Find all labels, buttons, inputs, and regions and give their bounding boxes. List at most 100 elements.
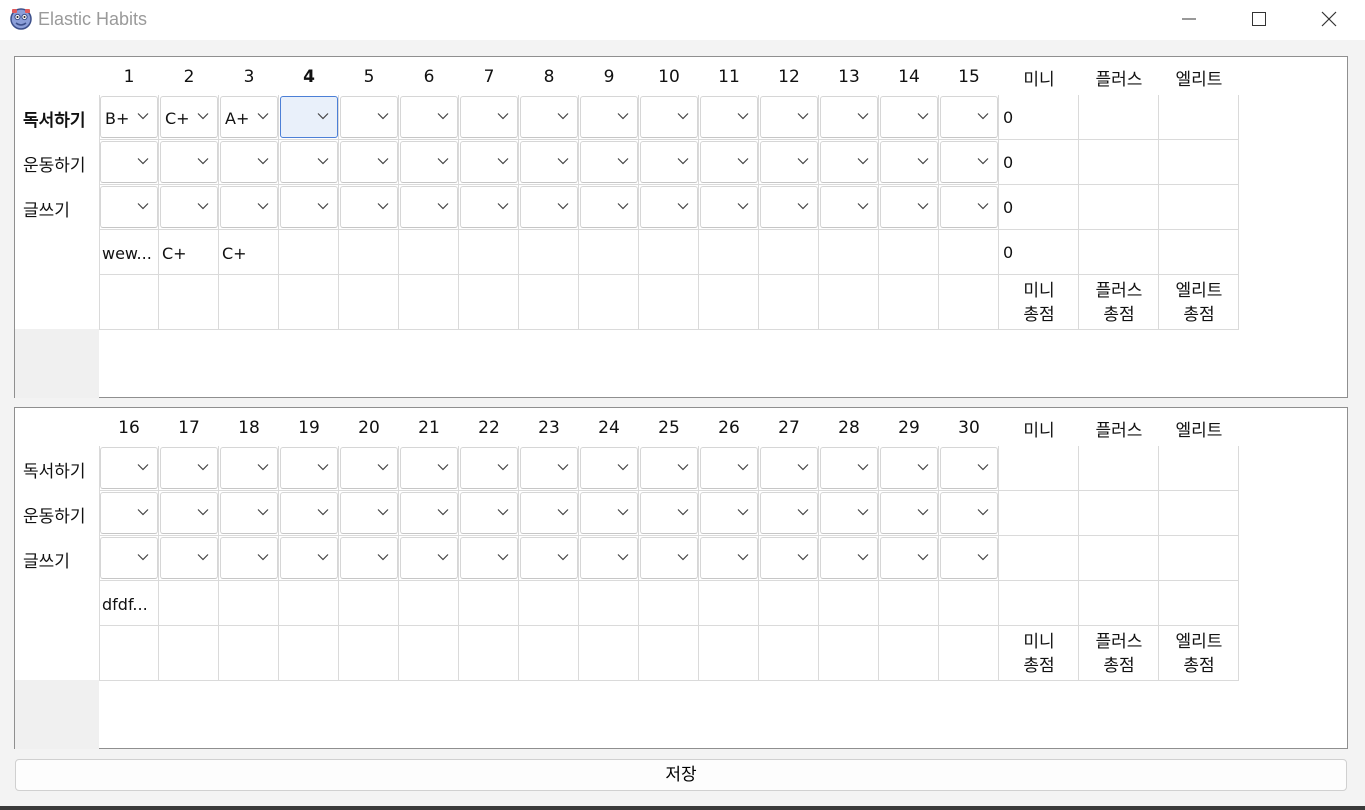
grade-dropdown[interactable] — [880, 537, 938, 579]
level-cell — [1159, 230, 1239, 275]
grade-dropdown[interactable]: C+ — [160, 96, 218, 138]
day-header: 24 — [598, 418, 620, 438]
grade-dropdown[interactable] — [280, 186, 338, 228]
grade-dropdown[interactable] — [880, 492, 938, 534]
grade-dropdown[interactable] — [220, 186, 278, 228]
grade-dropdown[interactable] — [280, 141, 338, 183]
grade-dropdown[interactable] — [400, 96, 458, 138]
grade-dropdown[interactable] — [340, 492, 398, 534]
grade-dropdown[interactable] — [220, 447, 278, 489]
grade-dropdown[interactable] — [340, 141, 398, 183]
grade-dropdown[interactable] — [580, 537, 638, 579]
row-header-filler — [15, 680, 99, 749]
grade-dropdown[interactable] — [280, 492, 338, 534]
grade-dropdown[interactable] — [760, 186, 818, 228]
grade-dropdown[interactable] — [760, 537, 818, 579]
grade-dropdown[interactable] — [640, 141, 698, 183]
minimize-button[interactable] — [1154, 0, 1224, 38]
grade-dropdown[interactable] — [160, 141, 218, 183]
grade-dropdown[interactable] — [820, 447, 878, 489]
grade-dropdown[interactable] — [940, 141, 998, 183]
grade-dropdown[interactable] — [760, 141, 818, 183]
grade-dropdown[interactable] — [220, 141, 278, 183]
grade-dropdown[interactable] — [460, 492, 518, 534]
grade-dropdown[interactable]: B+ — [100, 96, 158, 138]
grade-dropdown[interactable] — [700, 186, 758, 228]
grade-dropdown[interactable] — [880, 186, 938, 228]
grade-dropdown[interactable] — [400, 537, 458, 579]
chevron-down-icon — [737, 509, 749, 516]
grade-dropdown[interactable] — [280, 537, 338, 579]
grade-dropdown[interactable] — [940, 447, 998, 489]
grade-dropdown[interactable] — [520, 447, 578, 489]
grade-dropdown[interactable] — [520, 96, 578, 138]
grade-dropdown[interactable] — [520, 537, 578, 579]
grade-dropdown[interactable] — [460, 537, 518, 579]
grade-dropdown[interactable] — [100, 537, 158, 579]
grade-dropdown[interactable] — [460, 447, 518, 489]
grade-dropdown[interactable] — [580, 492, 638, 534]
grade-dropdown[interactable] — [460, 141, 518, 183]
grade-dropdown[interactable] — [820, 186, 878, 228]
grade-dropdown[interactable] — [400, 492, 458, 534]
grade-dropdown[interactable] — [100, 492, 158, 534]
maximize-button[interactable] — [1224, 0, 1294, 38]
grade-dropdown[interactable] — [340, 447, 398, 489]
grade-dropdown[interactable] — [220, 492, 278, 534]
grade-dropdown[interactable] — [700, 96, 758, 138]
grade-dropdown[interactable] — [100, 447, 158, 489]
grade-dropdown[interactable] — [400, 186, 458, 228]
grade-dropdown[interactable] — [460, 96, 518, 138]
grade-dropdown[interactable] — [760, 492, 818, 534]
grade-dropdown[interactable] — [700, 537, 758, 579]
grade-dropdown[interactable] — [700, 492, 758, 534]
grade-dropdown[interactable] — [520, 186, 578, 228]
grade-dropdown[interactable] — [580, 141, 638, 183]
grade-dropdown[interactable] — [640, 447, 698, 489]
grade-dropdown[interactable] — [940, 96, 998, 138]
save-button[interactable]: 저장 — [15, 759, 1347, 791]
grade-dropdown[interactable] — [820, 492, 878, 534]
grade-dropdown[interactable] — [340, 186, 398, 228]
grade-dropdown[interactable] — [400, 447, 458, 489]
grade-dropdown[interactable] — [580, 186, 638, 228]
grade-dropdown[interactable] — [880, 447, 938, 489]
grade-dropdown[interactable] — [100, 186, 158, 228]
grade-dropdown[interactable] — [820, 141, 878, 183]
grade-dropdown[interactable] — [160, 447, 218, 489]
grade-dropdown[interactable] — [940, 537, 998, 579]
grade-dropdown[interactable] — [820, 96, 878, 138]
grade-dropdown[interactable] — [880, 96, 938, 138]
grade-dropdown[interactable] — [700, 447, 758, 489]
grade-dropdown[interactable] — [760, 96, 818, 138]
level-cell — [999, 491, 1079, 536]
day-header: 8 — [543, 67, 555, 87]
grade-dropdown[interactable] — [580, 96, 638, 138]
grade-dropdown[interactable] — [940, 492, 998, 534]
grade-dropdown[interactable] — [160, 492, 218, 534]
grade-dropdown[interactable] — [340, 537, 398, 579]
grade-dropdown[interactable]: A+ — [220, 96, 278, 138]
grade-dropdown[interactable] — [160, 186, 218, 228]
grade-dropdown[interactable] — [640, 96, 698, 138]
grade-dropdown[interactable] — [520, 492, 578, 534]
grade-dropdown[interactable] — [820, 537, 878, 579]
grade-dropdown[interactable] — [340, 96, 398, 138]
grade-dropdown[interactable] — [460, 186, 518, 228]
grade-dropdown[interactable] — [640, 186, 698, 228]
grade-dropdown[interactable] — [640, 492, 698, 534]
grade-dropdown[interactable] — [400, 141, 458, 183]
close-button[interactable] — [1294, 0, 1364, 38]
grade-dropdown[interactable] — [520, 141, 578, 183]
grade-dropdown[interactable] — [760, 447, 818, 489]
grade-dropdown[interactable] — [640, 537, 698, 579]
grade-dropdown[interactable] — [220, 537, 278, 579]
grade-dropdown[interactable] — [280, 96, 338, 138]
grade-dropdown[interactable] — [280, 447, 338, 489]
grade-dropdown[interactable] — [700, 141, 758, 183]
grade-dropdown[interactable] — [100, 141, 158, 183]
grade-dropdown[interactable] — [940, 186, 998, 228]
grade-dropdown[interactable] — [580, 447, 638, 489]
grade-dropdown[interactable] — [160, 537, 218, 579]
grade-dropdown[interactable] — [880, 141, 938, 183]
